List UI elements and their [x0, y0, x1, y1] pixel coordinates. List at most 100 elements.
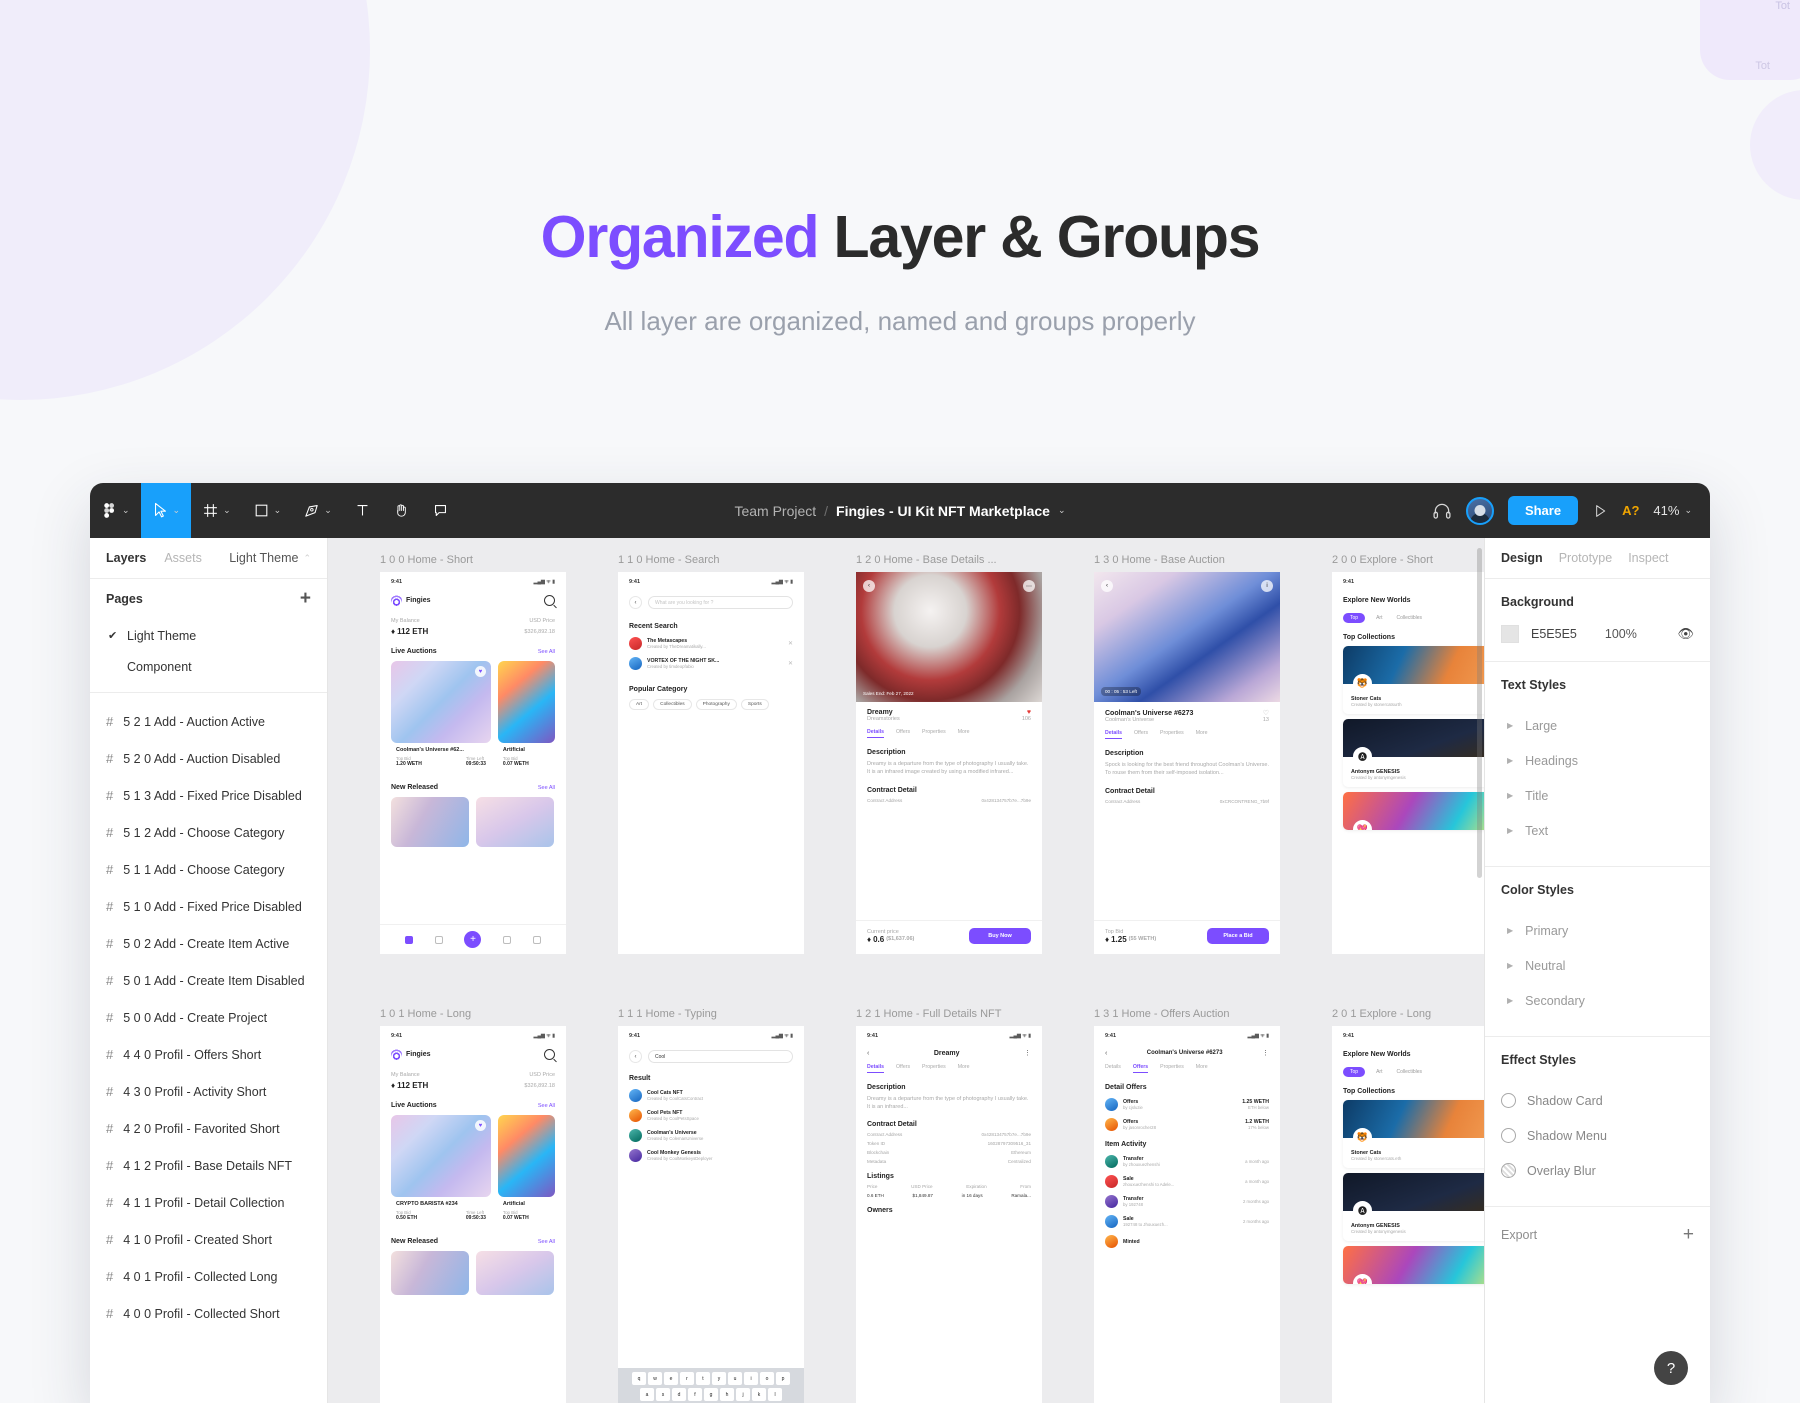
search-input[interactable]: What are you looking for ?: [648, 596, 793, 609]
pen-tool-button[interactable]: ⌄: [292, 483, 343, 538]
tab-offers[interactable]: Offers: [896, 729, 910, 738]
auction-card[interactable]: ♥ CRYPTO BARISTA #234 Top Bid 0.50 ETH Ti…: [391, 1115, 491, 1226]
offer-row[interactable]: Offers by jasonrocher28 1.2 WETH 17% below: [1105, 1118, 1269, 1131]
page-item-component[interactable]: Component: [106, 651, 311, 682]
collection-card[interactable]: 🐯 Stoner Cats Created by stonercats.eth: [1343, 1100, 1484, 1168]
frame-label[interactable]: 1 0 0 Home - Short: [380, 554, 566, 566]
layer-row[interactable]: #4 1 1 Profil - Detail Collection: [90, 1184, 327, 1221]
style-item-primary[interactable]: ▶ Primary: [1501, 913, 1694, 948]
auction-card[interactable]: Artificial Top Bid 0.07 WETH: [497, 661, 555, 772]
theme-selector[interactable]: Light Theme ⌃: [229, 551, 311, 565]
key[interactable]: a: [640, 1388, 654, 1401]
add-export-button[interactable]: +: [1683, 1225, 1694, 1244]
style-item-title[interactable]: ▶ Title: [1501, 778, 1694, 813]
tab-prototype[interactable]: Prototype: [1559, 551, 1613, 565]
accessibility-button[interactable]: A?: [1622, 503, 1639, 518]
layer-row[interactable]: #5 1 1 Add - Choose Category: [90, 851, 327, 888]
category-chip[interactable]: Sports: [740, 699, 769, 710]
zoom-control[interactable]: 41% ⌄: [1653, 503, 1692, 518]
back-arrow-icon[interactable]: ‹: [629, 1050, 642, 1063]
activity-row[interactable]: Sale 192748 to Jhouxuezh... 2 months ago: [1105, 1215, 1269, 1228]
key[interactable]: r: [680, 1372, 694, 1385]
color-swatch[interactable]: [1501, 625, 1519, 643]
activity-row[interactable]: Transfer by 192748 2 months ago: [1105, 1195, 1269, 1208]
key[interactable]: o: [760, 1372, 774, 1385]
frame-base-auction[interactable]: 1 3 0 Home - Base Auction ‹ i 00 : 05 : …: [1094, 554, 1280, 954]
favorite-icon[interactable]: ♥: [474, 666, 486, 677]
collection-card[interactable]: 🐯 Stoner Cats Created by stonercatsurth: [1343, 646, 1484, 714]
info-icon[interactable]: i: [1261, 580, 1273, 592]
frame-home-long[interactable]: 1 0 1 Home - Long 9:41 ▂▄▆ ᯤ ▮ Fingies M…: [380, 1008, 566, 1403]
breadcrumb-file-name[interactable]: Fingies - UI Kit NFT Marketplace: [836, 503, 1050, 519]
offer-row[interactable]: Offers by cjsluzie 1.25 WETH ETH below: [1105, 1098, 1269, 1111]
eye-icon[interactable]: 👁: [1677, 626, 1694, 642]
tab-more[interactable]: More: [1196, 730, 1208, 739]
key[interactable]: t: [696, 1372, 710, 1385]
tab-layers[interactable]: Layers: [106, 551, 146, 565]
headphones-icon[interactable]: [1432, 501, 1452, 521]
hand-tool-button[interactable]: [382, 483, 421, 538]
frame-base-details[interactable]: 1 2 0 Home - Base Details ... ‹ ⋯ Sales …: [856, 554, 1042, 954]
collection-card[interactable]: 🅐 Antonym GENESIS Created by antonymgene…: [1343, 719, 1484, 787]
page-item-light-theme[interactable]: ✔ Light Theme: [106, 620, 311, 651]
tab-more[interactable]: More: [958, 729, 970, 738]
frame-tool-button[interactable]: ⌄: [191, 483, 242, 538]
figma-menu-button[interactable]: ⌄: [90, 483, 141, 538]
search-result-item[interactable]: Cool Monkey Genesis Created by CoolMonkey…: [629, 1149, 793, 1162]
tab-details[interactable]: Details: [1105, 730, 1123, 739]
nft-artwork[interactable]: [391, 797, 469, 847]
layer-row[interactable]: #5 2 0 Add - Auction Disabled: [90, 740, 327, 777]
tab-details[interactable]: Details: [867, 1064, 885, 1073]
add-page-button[interactable]: +: [300, 589, 311, 608]
play-present-icon[interactable]: [1592, 503, 1608, 519]
layer-row[interactable]: #4 3 0 Profil - Activity Short: [90, 1073, 327, 1110]
style-item-large[interactable]: ▶ Large: [1501, 708, 1694, 743]
layer-row[interactable]: #5 1 2 Add - Choose Category: [90, 814, 327, 851]
search-icon[interactable]: [544, 595, 555, 606]
style-item-headings[interactable]: ▶ Headings: [1501, 743, 1694, 778]
layer-row[interactable]: #5 1 3 Add - Fixed Price Disabled: [90, 777, 327, 814]
color-opacity[interactable]: 100%: [1605, 627, 1637, 641]
figma-canvas[interactable]: 1 0 0 Home - Short 9:41 ▂▄▆ ᯤ ▮ Fingies: [328, 538, 1484, 1403]
comment-tool-button[interactable]: [421, 483, 460, 538]
key[interactable]: j: [736, 1388, 750, 1401]
frame-label[interactable]: 1 1 1 Home - Typing: [618, 1008, 804, 1020]
frame-home-short[interactable]: 1 0 0 Home - Short 9:41 ▂▄▆ ᯤ ▮ Fingies: [380, 554, 566, 954]
chip-top[interactable]: Top: [1343, 613, 1366, 623]
chip-top[interactable]: Top: [1343, 1067, 1366, 1077]
collection-card[interactable]: 🅐 Antonym GENESIS Created by antonymgene…: [1343, 1173, 1484, 1241]
tab-properties[interactable]: Properties: [1160, 730, 1184, 739]
frame-label[interactable]: 2 0 0 Explore - Short: [1332, 554, 1484, 566]
favorite-icon[interactable]: ♥: [1027, 709, 1031, 716]
collection-card[interactable]: 💖: [1343, 792, 1484, 830]
tab-properties[interactable]: Properties: [1160, 1064, 1184, 1073]
chip-art[interactable]: Art: [1373, 613, 1385, 623]
search-result-item[interactable]: VORTEX OF THE NIGHT SK... Created by tim…: [629, 657, 793, 670]
nav-profile-icon[interactable]: [533, 935, 542, 944]
back-arrow-icon[interactable]: ‹: [1101, 580, 1113, 592]
help-button[interactable]: ?: [1654, 1351, 1688, 1385]
key[interactable]: p: [776, 1372, 790, 1385]
layer-row[interactable]: #4 0 0 Profil - Collected Short: [90, 1295, 327, 1332]
frame-explore-long[interactable]: 2 0 1 Explore - Long 9:41 ▂▄▆ ᯤ ▮ Explor…: [1332, 1008, 1484, 1403]
background-color-row[interactable]: E5E5E5 100% 👁: [1501, 625, 1694, 643]
collection-card[interactable]: 💖: [1343, 1246, 1484, 1284]
style-item-text[interactable]: ▶ Text: [1501, 813, 1694, 848]
auction-card[interactable]: ♥ Coolman's Universe #62... Top Bid 1.20 …: [391, 661, 491, 772]
tab-more[interactable]: More: [958, 1064, 970, 1073]
nft-artwork[interactable]: [476, 797, 554, 847]
more-icon[interactable]: ⋮: [1262, 1049, 1269, 1057]
share-button[interactable]: Share: [1507, 496, 1579, 525]
key[interactable]: l: [768, 1388, 782, 1401]
more-icon[interactable]: ⋮: [1024, 1049, 1031, 1057]
chip-art[interactable]: Art: [1373, 1067, 1385, 1077]
activity-row[interactable]: Sale zhouxuezhenshi to Adele... a month a…: [1105, 1175, 1269, 1188]
key[interactable]: s: [656, 1388, 670, 1401]
chevron-down-icon[interactable]: ⌄: [1058, 506, 1066, 515]
key[interactable]: f: [688, 1388, 702, 1401]
layer-row[interactable]: #4 0 1 Profil - Collected Long: [90, 1258, 327, 1295]
key[interactable]: y: [712, 1372, 726, 1385]
more-icon[interactable]: ⋯: [1023, 580, 1035, 592]
back-arrow-icon[interactable]: ‹: [1105, 1050, 1107, 1057]
category-chip[interactable]: Photography: [695, 699, 737, 710]
